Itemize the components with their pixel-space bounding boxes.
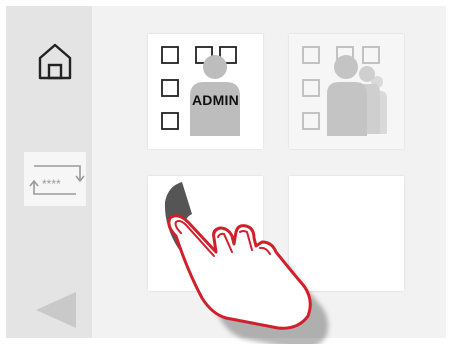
back-arrow-icon <box>36 292 76 328</box>
sidebar: **** <box>6 6 92 338</box>
call-tile[interactable] <box>148 176 263 291</box>
home-button[interactable] <box>24 34 86 86</box>
users-tile[interactable] <box>289 34 404 149</box>
back-button[interactable] <box>32 286 80 334</box>
touch-screen: **** ADMIN <box>6 6 446 338</box>
user-group-icon <box>302 46 387 136</box>
home-icon <box>38 43 72 80</box>
phone-handset-icon <box>164 182 234 279</box>
keypad-pin-icon: **** <box>24 152 86 206</box>
admin-label: ADMIN <box>192 92 239 108</box>
admin-tile[interactable]: ADMIN <box>148 34 263 149</box>
pin-mask-text: **** <box>42 177 61 191</box>
pin-code-button[interactable]: **** <box>24 152 86 206</box>
empty-tile[interactable] <box>289 176 404 291</box>
